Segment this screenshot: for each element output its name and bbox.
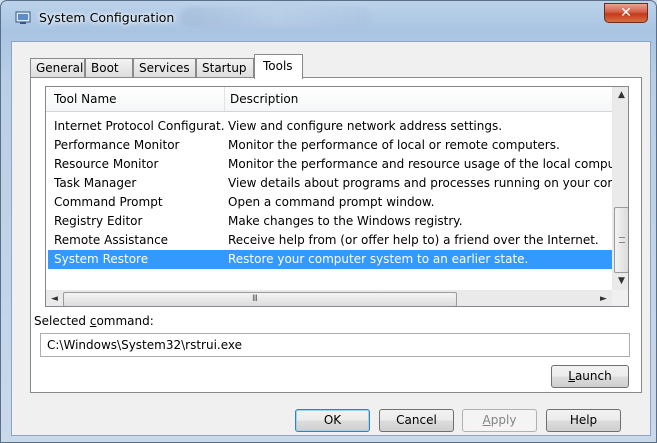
tool-name: Remote Assistance <box>54 233 169 247</box>
cancel-button[interactable]: Cancel <box>379 409 454 432</box>
tab-startup[interactable]: Startup <box>196 58 254 78</box>
scroll-up-icon[interactable]: ▲ <box>613 87 628 104</box>
tool-name: System Restore <box>54 252 149 266</box>
vertical-scroll-thumb[interactable] <box>614 207 628 273</box>
tab-services[interactable]: Services <box>133 58 196 78</box>
tools-list[interactable]: Tool Name Description Internet Protocol … <box>45 86 629 307</box>
title-bar-glass <box>181 7 371 27</box>
list-item[interactable]: Registry Editor Make changes to the Wind… <box>48 212 612 231</box>
tab-boot[interactable]: Boot <box>85 58 133 78</box>
list-item[interactable]: Resource Monitor Monitor the performance… <box>48 155 612 174</box>
list-item[interactable]: Command Prompt Open a command prompt win… <box>48 193 612 212</box>
msconfig-icon <box>15 11 31 24</box>
launch-button[interactable]: Launch <box>551 365 629 388</box>
tools-tab-panel: Tool Name Description Internet Protocol … <box>30 77 642 393</box>
column-header-description[interactable]: Description <box>224 87 612 111</box>
scroll-down-icon[interactable]: ▼ <box>613 273 628 290</box>
tool-name: Registry Editor <box>54 214 143 228</box>
scrollbar-corner <box>612 290 628 306</box>
list-item[interactable]: Remote Assistance Receive help from (or … <box>48 231 612 250</box>
apply-button[interactable]: Apply <box>462 409 537 432</box>
help-button[interactable]: Help <box>546 409 621 432</box>
tool-name: Task Manager <box>54 176 137 190</box>
list-item[interactable]: Performance Monitor Monitor the performa… <box>48 136 612 155</box>
tool-description: View and configure network address setti… <box>228 119 503 133</box>
list-item[interactable]: Task Manager View details about programs… <box>48 174 612 193</box>
scroll-right-icon[interactable]: ► <box>595 291 612 306</box>
scroll-left-icon[interactable]: ◄ <box>46 291 63 306</box>
grip-icon <box>619 237 625 243</box>
system-configuration-window: System Configuration ✕ General Boot Serv… <box>0 0 657 443</box>
tool-description: Restore your computer system to an earli… <box>228 252 529 266</box>
close-button[interactable]: ✕ <box>604 3 648 23</box>
tool-name: Command Prompt <box>54 195 163 209</box>
tool-name: Performance Monitor <box>54 138 180 152</box>
dialog-client-area: General Boot Services Startup Tools Tool… <box>11 41 651 436</box>
tool-description: Receive help from (or offer help to) a f… <box>228 233 599 247</box>
list-item-selected[interactable]: System Restore Restore your computer sys… <box>48 250 612 269</box>
horizontal-scroll-thumb[interactable]: III <box>63 292 457 306</box>
tool-description: View details about programs and processe… <box>228 176 612 190</box>
tool-description: Monitor the performance and resource usa… <box>228 157 612 171</box>
tool-description: Make changes to the Windows registry. <box>228 214 463 228</box>
list-header: Tool Name Description <box>46 87 612 112</box>
vertical-scrollbar[interactable]: ▲ ▼ <box>612 87 628 290</box>
tool-name: Internet Protocol Configurat... <box>54 119 224 133</box>
column-header-tool-name[interactable]: Tool Name <box>48 87 224 111</box>
title-bar[interactable]: System Configuration ✕ <box>1 1 656 33</box>
list-item[interactable]: Internet Protocol Configurat... View and… <box>48 117 612 136</box>
ok-button[interactable]: OK <box>295 409 370 432</box>
tool-name: Resource Monitor <box>54 157 159 171</box>
grip-icon: III <box>252 294 258 304</box>
window-title: System Configuration <box>39 10 175 25</box>
close-icon: ✕ <box>620 5 632 21</box>
tool-description: Open a command prompt window. <box>228 195 435 209</box>
selected-command-field[interactable]: C:\Windows\System32\rstrui.exe <box>40 333 630 357</box>
tab-tools[interactable]: Tools <box>254 54 303 79</box>
tab-general[interactable]: General <box>30 58 85 78</box>
tool-description: Monitor the performance of local or remo… <box>228 138 560 152</box>
selected-command-label: Selected command: <box>34 314 154 328</box>
horizontal-scrollbar[interactable]: ◄ III ► <box>46 290 612 306</box>
